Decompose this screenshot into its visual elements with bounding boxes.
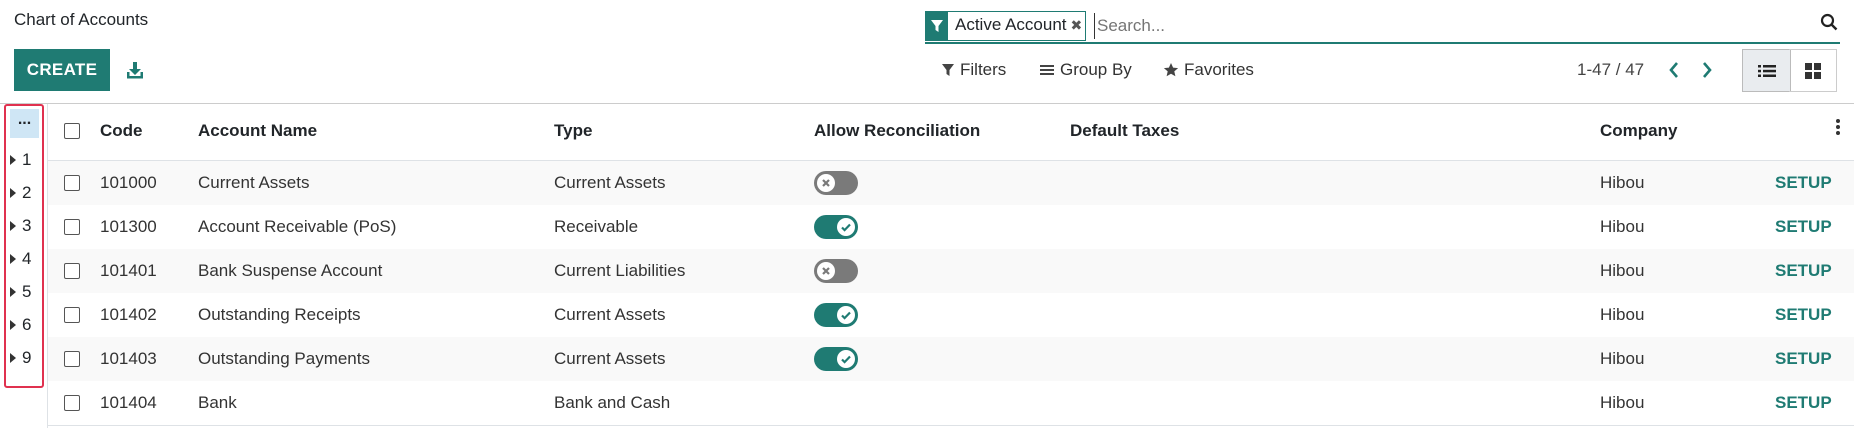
caret-right-icon: [10, 221, 16, 231]
group-item[interactable]: 5: [10, 282, 31, 302]
cell-code: 101404: [100, 393, 157, 412]
check-icon: [837, 306, 855, 324]
search-icon[interactable]: [1820, 13, 1838, 31]
check-icon: [837, 350, 855, 368]
cell-company: Hibou: [1600, 349, 1645, 368]
list-view-icon: [1757, 64, 1776, 77]
column-header-allow-reconciliation[interactable]: Allow Reconciliation: [814, 121, 980, 141]
cell-type: Current Assets: [554, 349, 666, 368]
download-icon[interactable]: [124, 58, 146, 82]
star-icon: [1163, 63, 1179, 77]
group-more-button[interactable]: ...: [10, 109, 39, 138]
cell-code: 101403: [100, 349, 157, 368]
optional-columns-icon[interactable]: [1836, 119, 1840, 137]
column-header-default-taxes[interactable]: Default Taxes: [1070, 121, 1179, 141]
row-checkbox[interactable]: [64, 351, 80, 367]
row-divider: [48, 425, 1854, 426]
setup-button[interactable]: SETUP: [1775, 217, 1832, 237]
cell-type: Receivable: [554, 217, 639, 236]
row-checkbox[interactable]: [64, 307, 80, 323]
cell-code: 101000: [100, 173, 157, 192]
cell-company: Hibou: [1600, 173, 1645, 192]
group-item[interactable]: 9: [10, 348, 31, 368]
setup-button[interactable]: SETUP: [1775, 349, 1832, 369]
group-item[interactable]: 4: [10, 249, 31, 269]
row-checkbox[interactable]: [64, 175, 80, 191]
table-row[interactable]: [48, 381, 1854, 425]
control-panel-divider: [0, 103, 1854, 104]
cell-code: 101300: [100, 217, 157, 236]
row-checkbox[interactable]: [64, 219, 80, 235]
caret-right-icon: [10, 188, 16, 198]
pager-previous-icon[interactable]: [1664, 58, 1684, 82]
caret-right-icon: [10, 287, 16, 297]
favorites-menu[interactable]: Favorites: [1163, 60, 1254, 80]
check-icon: [837, 218, 855, 236]
x-icon: [817, 262, 835, 280]
facet-remove-icon[interactable]: ✖: [1071, 12, 1086, 40]
kanban-view-icon: [1804, 62, 1821, 79]
column-header-account-name[interactable]: Account Name: [198, 121, 317, 141]
reconciliation-toggle[interactable]: [814, 215, 858, 239]
setup-button[interactable]: SETUP: [1775, 393, 1832, 413]
filters-label: Filters: [960, 60, 1007, 79]
kanban-view-button[interactable]: [1789, 49, 1837, 92]
reconciliation-toggle[interactable]: [814, 347, 858, 371]
cell-type: Current Assets: [554, 173, 666, 192]
group-item[interactable]: 1: [10, 150, 31, 170]
favorites-label: Favorites: [1184, 60, 1254, 79]
filter-icon: [942, 64, 954, 76]
cell-company: Hibou: [1600, 261, 1645, 280]
reconciliation-toggle[interactable]: [814, 171, 858, 195]
pager-value[interactable]: 1-47 / 47: [1577, 60, 1644, 80]
caret-right-icon: [10, 254, 16, 264]
search-input[interactable]: [1094, 13, 1699, 39]
filters-menu[interactable]: Filters: [941, 60, 1006, 80]
setup-button[interactable]: SETUP: [1775, 305, 1832, 325]
row-checkbox[interactable]: [64, 395, 80, 411]
column-header-type[interactable]: Type: [554, 121, 592, 141]
cell-account-name: Bank Suspense Account: [198, 261, 383, 280]
page-title: Chart of Accounts: [14, 10, 149, 29]
table-row[interactable]: [48, 161, 1854, 205]
column-header-code[interactable]: Code: [100, 121, 143, 141]
cell-account-name: Bank: [198, 393, 237, 412]
cell-company: Hibou: [1600, 217, 1645, 236]
cell-account-name: Current Assets: [198, 173, 310, 192]
group-item[interactable]: 6: [10, 315, 31, 335]
cell-company: Hibou: [1600, 393, 1645, 412]
group-item[interactable]: 2: [10, 183, 31, 203]
setup-button[interactable]: SETUP: [1775, 173, 1832, 193]
column-header-company[interactable]: Company: [1600, 121, 1677, 141]
cell-code: 101401: [100, 261, 157, 280]
select-all-checkbox[interactable]: [64, 123, 80, 139]
caret-right-icon: [10, 353, 16, 363]
caret-right-icon: [10, 320, 16, 330]
cell-type: Current Liabilities: [554, 261, 686, 280]
reconciliation-toggle[interactable]: [814, 259, 858, 283]
reconciliation-toggle[interactable]: [814, 303, 858, 327]
cell-type: Bank and Cash: [554, 393, 671, 412]
group-item[interactable]: 3: [10, 216, 31, 236]
row-checkbox[interactable]: [64, 263, 80, 279]
cell-account-name: Outstanding Payments: [198, 349, 370, 368]
group-by-menu[interactable]: Group By: [1039, 60, 1132, 80]
caret-right-icon: [10, 155, 16, 165]
filter-icon: [926, 12, 948, 40]
search-facet: Active Account ✖: [925, 11, 1087, 41]
list-view-button[interactable]: [1742, 49, 1791, 92]
cell-account-name: Account Receivable (PoS): [198, 217, 397, 236]
group-by-label: Group By: [1060, 60, 1132, 79]
cell-code: 101402: [100, 305, 157, 324]
cell-type: Current Assets: [554, 305, 666, 324]
group-highlight-box: [4, 104, 44, 388]
x-icon: [817, 174, 835, 192]
pager-next-icon[interactable]: [1697, 58, 1717, 82]
setup-button[interactable]: SETUP: [1775, 261, 1832, 281]
list-icon: [1040, 65, 1054, 75]
cell-company: Hibou: [1600, 305, 1645, 324]
facet-label: Active Account: [948, 12, 1071, 40]
cell-account-name: Outstanding Receipts: [198, 305, 361, 324]
create-button[interactable]: CREATE: [14, 49, 110, 91]
